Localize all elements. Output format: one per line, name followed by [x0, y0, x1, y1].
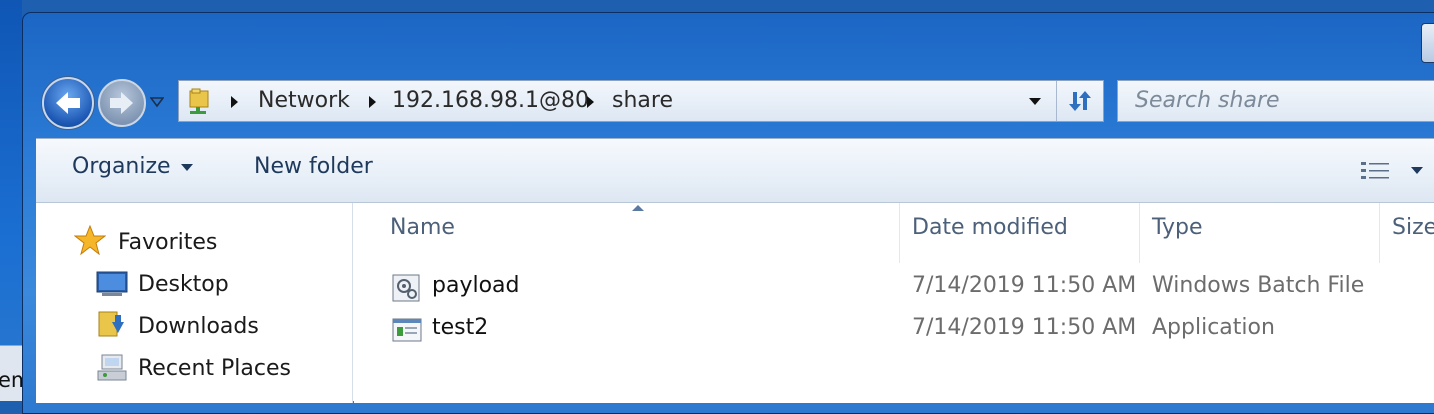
downloads-folder-icon — [98, 311, 124, 337]
sort-ascending-icon — [632, 205, 644, 211]
back-arrow-icon — [56, 92, 80, 114]
address-bar[interactable]: Network 192.168.98.1@80 share — [178, 80, 1104, 122]
column-divider[interactable] — [1139, 203, 1140, 263]
minimize-button[interactable] — [1421, 23, 1434, 63]
explorer-content: Organize New folder Favorites Desktop Do… — [36, 138, 1434, 403]
column-header-type[interactable]: Type — [1152, 215, 1203, 240]
refresh-icon[interactable] — [1067, 88, 1097, 114]
organize-label: Organize — [72, 154, 171, 179]
address-history-dropdown[interactable] — [1029, 98, 1041, 105]
views-dropdown[interactable] — [1411, 167, 1423, 174]
file-list: Name Date modified Type Size payload 7/1… — [354, 203, 1434, 403]
file-date-modified: 7/14/2019 11:50 AM — [912, 273, 1137, 298]
network-folder-icon — [189, 88, 209, 114]
table-row[interactable]: payload 7/14/2019 11:50 AM Windows Batch… — [354, 269, 1434, 309]
column-header-date-modified[interactable]: Date modified — [912, 215, 1068, 240]
column-header-name[interactable]: Name — [390, 215, 455, 240]
forward-button[interactable] — [98, 79, 146, 127]
file-name: test2 — [432, 315, 489, 340]
recent-places-icon — [97, 354, 127, 381]
batch-file-icon — [392, 274, 420, 302]
file-type: Application — [1152, 315, 1275, 340]
application-icon — [392, 318, 422, 342]
file-date-modified: 7/14/2019 11:50 AM — [912, 315, 1137, 340]
breadcrumb-arrow[interactable] — [231, 96, 238, 108]
sidebar-item-desktop[interactable]: Desktop — [138, 272, 229, 297]
breadcrumb-arrow[interactable] — [369, 96, 376, 108]
recent-pages-dropdown[interactable] — [150, 96, 164, 108]
search-placeholder: Search share — [1135, 88, 1280, 113]
sidebar-item-favorites[interactable]: Favorites — [118, 230, 217, 255]
search-input[interactable]: Search share — [1117, 80, 1434, 122]
breadcrumb-arrow[interactable] — [587, 96, 594, 108]
breadcrumb-network[interactable]: Network — [258, 88, 350, 113]
column-divider[interactable] — [1379, 203, 1380, 263]
desktop-icon — [96, 271, 128, 296]
back-button[interactable] — [42, 77, 94, 129]
address-divider — [1056, 81, 1057, 121]
sidebar-item-downloads[interactable]: Downloads — [138, 314, 259, 339]
file-type: Windows Batch File — [1152, 273, 1365, 298]
sidebar-item-recent-places[interactable]: Recent Places — [138, 356, 291, 381]
file-name: payload — [432, 273, 520, 298]
breadcrumb-share[interactable]: share — [612, 88, 673, 113]
navigation-pane: Favorites Desktop Downloads Recent Place… — [36, 203, 353, 403]
organize-button[interactable]: Organize — [72, 154, 193, 179]
table-row[interactable]: test2 7/14/2019 11:50 AM Application — [354, 311, 1434, 351]
change-view-icon[interactable] — [1360, 161, 1392, 181]
desktop-background — [0, 0, 22, 400]
breadcrumb-host[interactable]: 192.168.98.1@80 — [392, 88, 589, 113]
chevron-down-icon — [180, 163, 193, 171]
column-divider[interactable] — [899, 203, 900, 263]
new-folder-button[interactable]: New folder — [254, 154, 373, 179]
forward-arrow-icon — [110, 92, 133, 114]
command-bar: Organize New folder — [36, 139, 1434, 203]
star-icon — [74, 225, 106, 255]
column-header-size[interactable]: Size — [1392, 215, 1434, 240]
